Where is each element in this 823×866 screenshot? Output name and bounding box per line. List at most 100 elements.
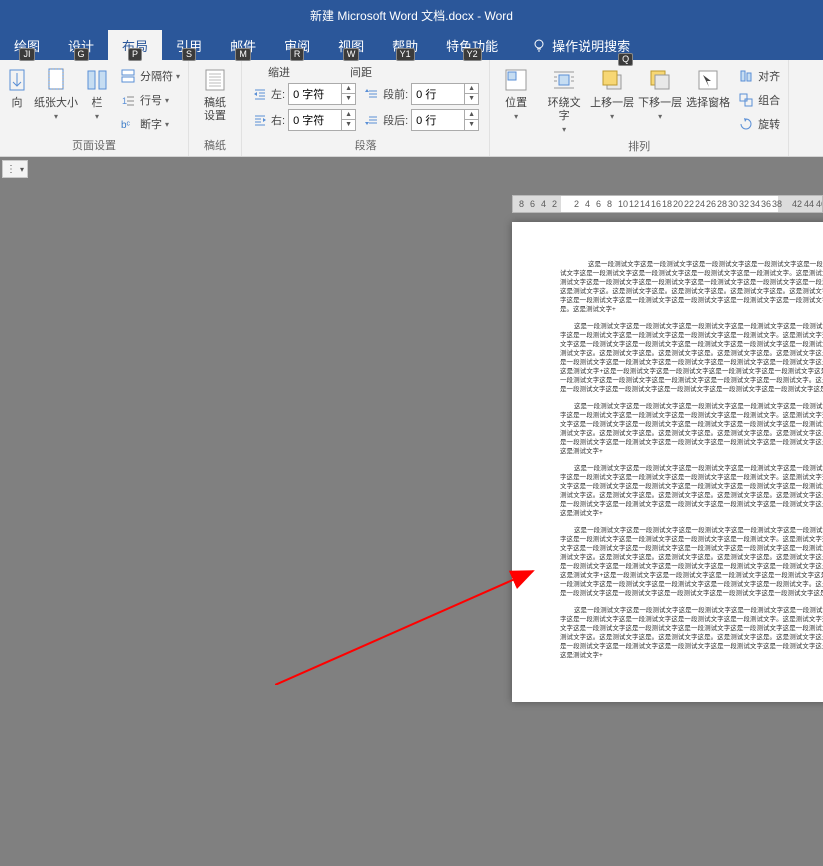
group-label: 排列 xyxy=(494,136,784,157)
left-label: 左: xyxy=(271,86,285,102)
dropdown-icon[interactable]: ▾ xyxy=(20,165,24,174)
columns-button[interactable]: 栏 xyxy=(82,62,112,123)
indent-left-icon xyxy=(252,86,268,102)
tab-绘图[interactable]: 绘图JI xyxy=(0,30,54,60)
group-label: 稿纸 xyxy=(193,135,237,156)
group-page-setup: 向 纸张大小 栏 分隔符▾ 1 行号▾ xyxy=(0,60,189,156)
shortcut-badge: R xyxy=(290,48,305,61)
selection-pane-button[interactable]: 选择窗格 xyxy=(686,62,730,110)
text-direction-button[interactable]: 向 xyxy=(4,62,30,110)
space-after-input[interactable] xyxy=(412,110,464,130)
ruler-tick: 18 xyxy=(662,199,672,209)
tab-帮助[interactable]: 帮助Y1 xyxy=(378,30,432,60)
rotate-icon xyxy=(738,116,754,132)
ruler-tick: 2 xyxy=(574,199,579,209)
down-arrow-icon[interactable]: ▼ xyxy=(342,94,355,104)
label: 分隔符 xyxy=(140,68,173,84)
drag-handle-icon: ⋮ xyxy=(6,164,16,175)
indent-left-input[interactable] xyxy=(289,84,341,104)
ruler-tick: 22 xyxy=(684,199,694,209)
shortcut-badge: P xyxy=(128,48,142,61)
ruler-tick: 32 xyxy=(739,199,749,209)
document-page[interactable]: 这是一段测试文字这是一段测试文字这是一段测试文字这是一段测试文字这是一段测试文字… xyxy=(512,222,823,702)
svg-text:1: 1 xyxy=(122,96,127,106)
tab-特色功能[interactable]: 特色功能Y2 xyxy=(432,30,512,60)
paragraph[interactable]: 这是一段测试文字这是一段测试文字这是一段测试文字这是一段测试文字这是一段测试文字… xyxy=(560,526,823,598)
horizontal-ruler[interactable]: 8642246810121416182022242628303234363842… xyxy=(512,195,823,213)
wrap-text-icon xyxy=(550,66,578,94)
label: 断字 xyxy=(140,116,162,132)
before-label: 段前: xyxy=(383,86,408,102)
ruler-tick: 4 xyxy=(585,199,590,209)
ribbon-tabs: 绘图JI设计G布局P引用S邮件M审阅R视图W帮助Y1特色功能Y2 操作说明搜索Q xyxy=(0,30,823,60)
space-after-icon xyxy=(364,112,380,128)
line-numbers-button[interactable]: 1 行号▾ xyxy=(116,89,184,111)
align-button[interactable]: 对齐 xyxy=(734,65,784,87)
indent-left-spinner[interactable]: ▲▼ xyxy=(288,83,356,105)
tab-设计[interactable]: 设计G xyxy=(54,30,108,60)
ruler-tick: 30 xyxy=(728,199,738,209)
title-bar: 新建 Microsoft Word 文档.docx - Word xyxy=(0,0,823,30)
page-size-button[interactable]: 纸张大小 xyxy=(34,62,78,123)
draft-settings-button[interactable]: 稿纸设置 xyxy=(193,62,237,123)
tell-me-search[interactable]: 操作说明搜索Q xyxy=(532,36,630,55)
tab-邮件[interactable]: 邮件M xyxy=(216,30,270,60)
shortcut-badge: M xyxy=(235,48,251,61)
paragraph[interactable]: 这是一段测试文字这是一段测试文字这是一段测试文字这是一段测试文字这是一段测试文字… xyxy=(560,260,823,314)
ruler-tick: 38 xyxy=(772,199,782,209)
down-arrow-icon[interactable]: ▼ xyxy=(465,120,478,130)
up-arrow-icon[interactable]: ▲ xyxy=(465,84,478,94)
ruler-tick: 44 xyxy=(804,199,814,209)
bring-forward-button[interactable]: 上移一层 xyxy=(590,62,634,123)
indent-right-input[interactable] xyxy=(289,110,341,130)
ruler-tick: 4 xyxy=(541,199,546,209)
after-label: 段后: xyxy=(383,112,408,128)
paragraph[interactable]: 这是一段测试文字这是一段测试文字这是一段测试文字这是一段测试文字这是一段测试文字… xyxy=(560,606,823,660)
group-arrange: 位置 环绕文字 上移一层 下移一层 选择窗格 对齐 xyxy=(490,60,789,156)
label: 栏 xyxy=(92,97,103,110)
quick-access-handle[interactable]: ⋮ ▾ xyxy=(2,160,28,178)
paragraph[interactable]: 这是一段测试文字这是一段测试文字这是一段测试文字这是一段测试文字这是一段测试文字… xyxy=(560,464,823,518)
down-arrow-icon[interactable]: ▼ xyxy=(465,94,478,104)
paragraph[interactable]: 这是一段测试文字这是一段测试文字这是一段测试文字这是一段测试文字这是一段测试文字… xyxy=(560,402,823,456)
label: 选择窗格 xyxy=(686,97,730,110)
tell-me-label: 操作说明搜索 xyxy=(552,36,630,55)
label: 组合 xyxy=(758,92,780,108)
ruler-tick: 20 xyxy=(673,199,683,209)
hyphenation-icon: bᶜ xyxy=(120,116,136,132)
space-before-input[interactable] xyxy=(412,84,464,104)
indent-right-spinner[interactable]: ▲▼ xyxy=(288,109,356,131)
space-before-icon xyxy=(364,86,380,102)
tab-布局[interactable]: 布局P xyxy=(108,30,162,60)
shortcut-badge: Y2 xyxy=(463,48,482,61)
hyphenation-button[interactable]: bᶜ 断字▾ xyxy=(116,113,184,135)
breaks-button[interactable]: 分隔符▾ xyxy=(116,65,184,87)
send-backward-button[interactable]: 下移一层 xyxy=(638,62,682,123)
shortcut-badge: S xyxy=(182,48,196,61)
position-button[interactable]: 位置 xyxy=(494,62,538,123)
wrap-text-button[interactable]: 环绕文字 xyxy=(542,62,586,136)
ruler-tick: 14 xyxy=(640,199,650,209)
label: 旋转 xyxy=(758,116,780,132)
space-before-spinner[interactable]: ▲▼ xyxy=(411,83,479,105)
tab-审阅[interactable]: 审阅R xyxy=(270,30,324,60)
rotate-button[interactable]: 旋转 xyxy=(734,113,784,135)
tab-引用[interactable]: 引用S xyxy=(162,30,216,60)
up-arrow-icon[interactable]: ▲ xyxy=(342,84,355,94)
group-objects-button[interactable]: 组合 xyxy=(734,89,784,111)
ruler-tick: 12 xyxy=(629,199,639,209)
send-backward-icon xyxy=(646,66,674,94)
ruler-tick: 46 xyxy=(816,199,823,209)
bulb-icon xyxy=(532,38,546,52)
up-arrow-icon[interactable]: ▲ xyxy=(465,110,478,120)
spacing-header: 间距 xyxy=(350,64,372,80)
tab-视图[interactable]: 视图W xyxy=(324,30,378,60)
space-after-spinner[interactable]: ▲▼ xyxy=(411,109,479,131)
ruler-tick: 28 xyxy=(717,199,727,209)
down-arrow-icon[interactable]: ▼ xyxy=(342,120,355,130)
up-arrow-icon[interactable]: ▲ xyxy=(342,110,355,120)
label: 行号 xyxy=(140,92,162,108)
label: 位置 xyxy=(505,97,527,110)
ribbon-body: 向 纸张大小 栏 分隔符▾ 1 行号▾ xyxy=(0,60,823,157)
paragraph[interactable]: 这是一段测试文字这是一段测试文字这是一段测试文字这是一段测试文字这是一段测试文字… xyxy=(560,322,823,394)
